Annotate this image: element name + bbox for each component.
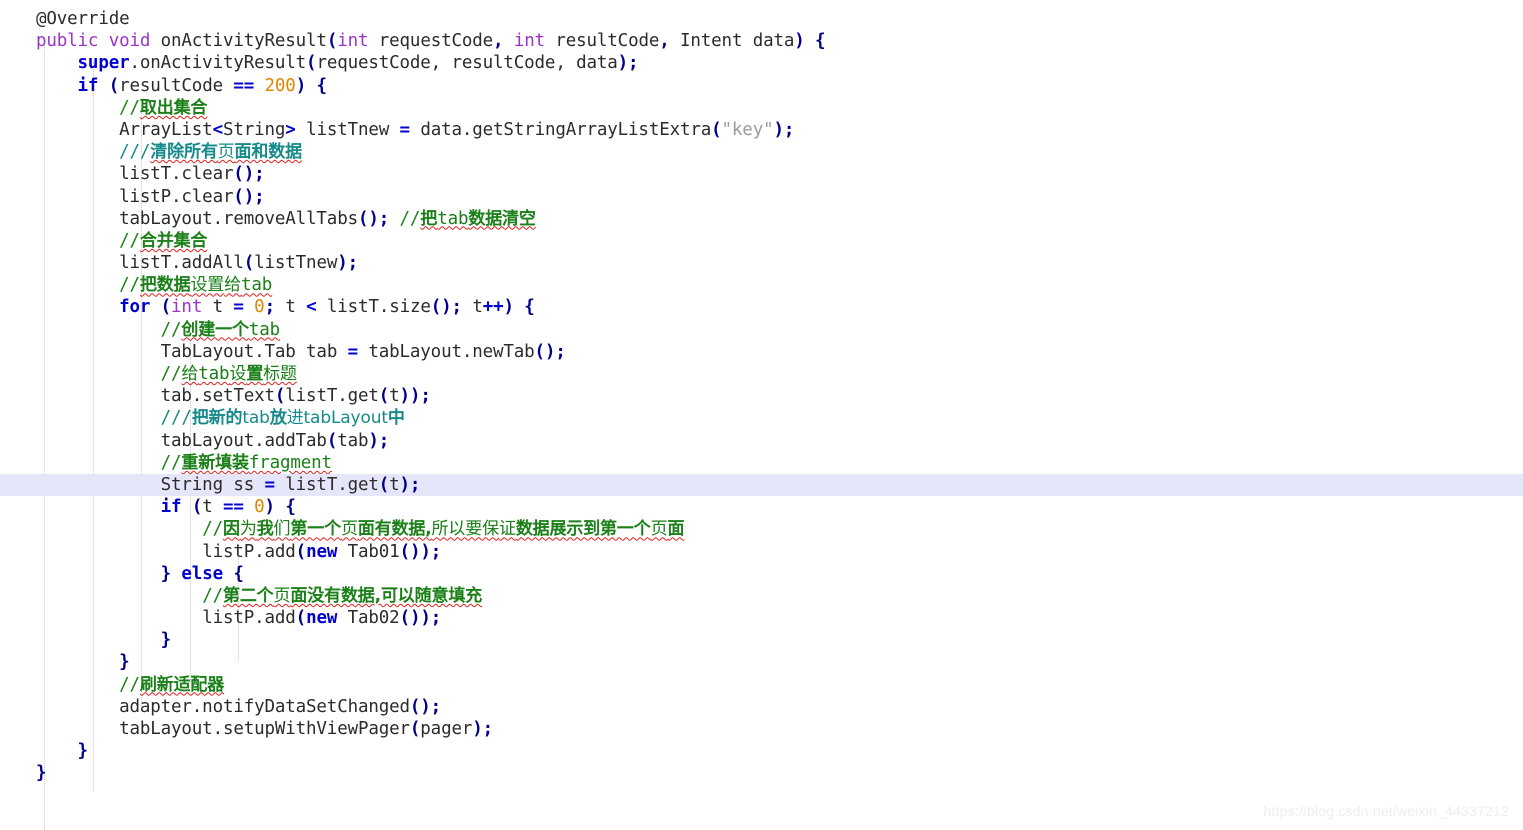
code-line-comment[interactable]: //合并集合 [0,230,1523,252]
code-line[interactable]: ArrayList<String> listTnew = data.getStr… [0,119,1523,141]
code-line[interactable]: listP.clear(); [0,186,1523,208]
code-line[interactable]: listP.add(new Tab02()); [0,607,1523,629]
code-line[interactable]: } [0,740,1523,762]
code-line-comment[interactable]: //取出集合 [0,97,1523,119]
code-line[interactable]: } [0,629,1523,651]
code-line[interactable]: tabLayout.addTab(tab); [0,430,1523,452]
code-line[interactable]: tabLayout.setupWithViewPager(pager); [0,718,1523,740]
code-line-comment[interactable]: //因为我们第一个页面有数据,所以要保证数据展示到第一个页面 [0,518,1523,540]
code-line[interactable]: super.onActivityResult(requestCode, resu… [0,52,1523,74]
code-line[interactable]: TabLayout.Tab tab = tabLayout.newTab(); [0,341,1523,363]
code-line[interactable]: tab.setText(listT.get(t)); [0,385,1523,407]
code-line[interactable]: if (resultCode == 200) { [0,75,1523,97]
code-line[interactable]: listT.addAll(listTnew); [0,252,1523,274]
code-lines-container[interactable]: @Override public void onActivityResult(i… [0,8,1523,785]
code-line[interactable]: for (int t = 0; t < listT.size(); t++) { [0,296,1523,318]
code-line-comment[interactable]: //把数据设置给tab [0,274,1523,296]
code-line[interactable]: if (t == 0) { [0,496,1523,518]
code-line[interactable]: } [0,651,1523,673]
code-line-comment[interactable]: //重新填装fragment [0,452,1523,474]
code-line[interactable]: } [0,762,1523,784]
code-line-doc-comment[interactable]: ///清除所有页面和数据 [0,141,1523,163]
code-line[interactable]: public void onActivityResult(int request… [0,30,1523,52]
code-line[interactable]: adapter.notifyDataSetChanged(); [0,696,1523,718]
code-editor[interactable]: @Override public void onActivityResult(i… [0,0,1523,830]
code-line-current[interactable]: String ss = listT.get(t); [0,473,1523,497]
csdn-watermark: https://blog.csdn.net/weixin_44337212 [1263,803,1509,819]
code-line-doc-comment[interactable]: ///把新的tab放进tabLayout中 [0,407,1523,429]
code-line[interactable]: listT.clear(); [0,163,1523,185]
code-line-comment[interactable]: //给tab设置标题 [0,363,1523,385]
code-line[interactable]: listP.add(new Tab01()); [0,541,1523,563]
code-line-comment[interactable]: //刷新适配器 [0,674,1523,696]
code-line[interactable]: @Override [0,8,1523,30]
code-line[interactable]: } else { [0,563,1523,585]
code-line-comment[interactable]: //创建一个tab [0,319,1523,341]
code-line[interactable]: tabLayout.removeAllTabs(); //把tab数据清空 [0,208,1523,230]
code-line-comment[interactable]: //第二个页面没有数据,可以随意填充 [0,585,1523,607]
